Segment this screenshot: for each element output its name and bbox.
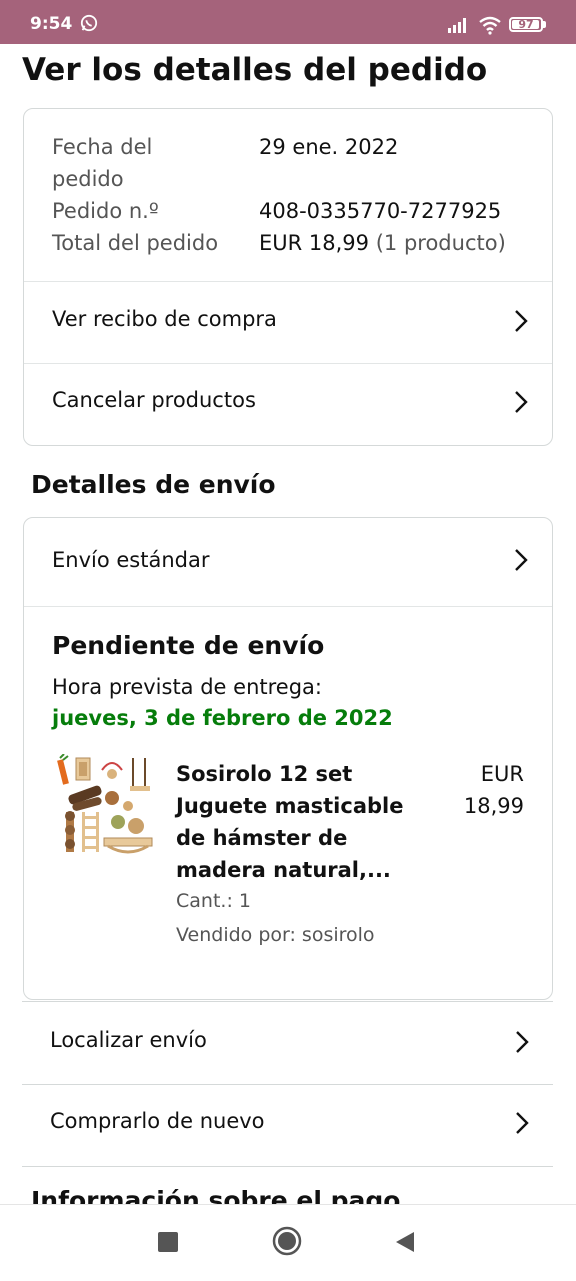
- shipment-status: Pendiente de envío: [52, 631, 325, 660]
- product-title-line: Juguete masticable: [176, 794, 404, 818]
- delivery-eta-date: jueves, 3 de febrero de 2022: [52, 706, 393, 730]
- chevron-right-icon: [515, 310, 528, 332]
- order-date-label-2: pedido: [52, 167, 124, 191]
- delivery-eta-label: Hora prevista de entrega:: [52, 675, 322, 699]
- price-amount: 18,99: [463, 794, 524, 818]
- shipping-method-label: Envío estándar: [52, 548, 210, 572]
- buy-again-row[interactable]: Comprarlo de nuevo: [22, 1085, 553, 1167]
- divider: [24, 606, 552, 607]
- battery-tip: [543, 21, 546, 28]
- product-price: EUR 18,99: [444, 758, 524, 822]
- chevron-right-icon: [515, 549, 528, 571]
- cancel-products-label: Cancelar productos: [52, 388, 256, 412]
- wifi-icon: [479, 16, 501, 35]
- signal-icon: [448, 18, 466, 33]
- status-bar: 9:54 97: [0, 0, 576, 44]
- page-title: Ver los detalles del pedido: [22, 52, 488, 88]
- product-title-line: de hámster de: [176, 826, 348, 850]
- order-total-items: (1 producto): [375, 231, 506, 255]
- view-receipt-label: Ver recibo de compra: [52, 307, 277, 331]
- chevron-right-icon: [516, 1031, 529, 1053]
- product-title[interactable]: Sosirolo 12 set Juguete masticable de há…: [176, 758, 416, 886]
- product-seller: Vendido por: sosirolo: [176, 924, 375, 946]
- order-number-value: 408-0335770-7277925: [259, 199, 502, 223]
- recents-button[interactable]: [158, 1232, 178, 1252]
- product-title-line: Sosirolo 12 set: [176, 762, 353, 786]
- product-image[interactable]: [52, 754, 156, 858]
- battery-level: 97: [518, 18, 534, 31]
- chevron-right-icon: [515, 391, 528, 413]
- view-receipt-row[interactable]: Ver recibo de compra: [24, 282, 552, 363]
- cancel-products-row[interactable]: Cancelar productos: [24, 364, 552, 445]
- shipping-section-title: Detalles de envío: [31, 470, 276, 499]
- price-currency: EUR: [480, 762, 524, 786]
- status-time: 9:54: [30, 14, 73, 34]
- divider: [22, 1166, 553, 1167]
- track-package-label: Localizar envío: [50, 1028, 207, 1052]
- order-total-value: EUR 18,99 (1 producto): [259, 227, 506, 259]
- order-number-label: Pedido n.º: [52, 199, 159, 223]
- chevron-right-icon: [516, 1112, 529, 1134]
- buy-again-label: Comprarlo de nuevo: [50, 1109, 265, 1133]
- order-total-label: Total del pedido: [52, 231, 219, 255]
- shipping-card: Envío estándar Pendiente de envío Hora p…: [23, 517, 553, 1000]
- home-button[interactable]: [272, 1226, 302, 1256]
- whatsapp-icon: [80, 14, 98, 32]
- battery-icon: 97: [509, 17, 543, 32]
- product-quantity: Cant.: 1: [176, 890, 251, 912]
- product-title-line: madera natural,...: [176, 858, 391, 882]
- order-date-label: Fecha del: [52, 135, 153, 159]
- order-date-value: 29 ene. 2022: [259, 135, 399, 159]
- track-package-row[interactable]: Localizar envío: [22, 1002, 553, 1084]
- back-button[interactable]: [394, 1230, 416, 1254]
- order-total-amount: EUR 18,99: [259, 231, 370, 255]
- order-summary-card: Fecha del pedido 29 ene. 2022 Pedido n.º…: [23, 108, 553, 446]
- shipping-method-row[interactable]: Envío estándar: [24, 518, 552, 606]
